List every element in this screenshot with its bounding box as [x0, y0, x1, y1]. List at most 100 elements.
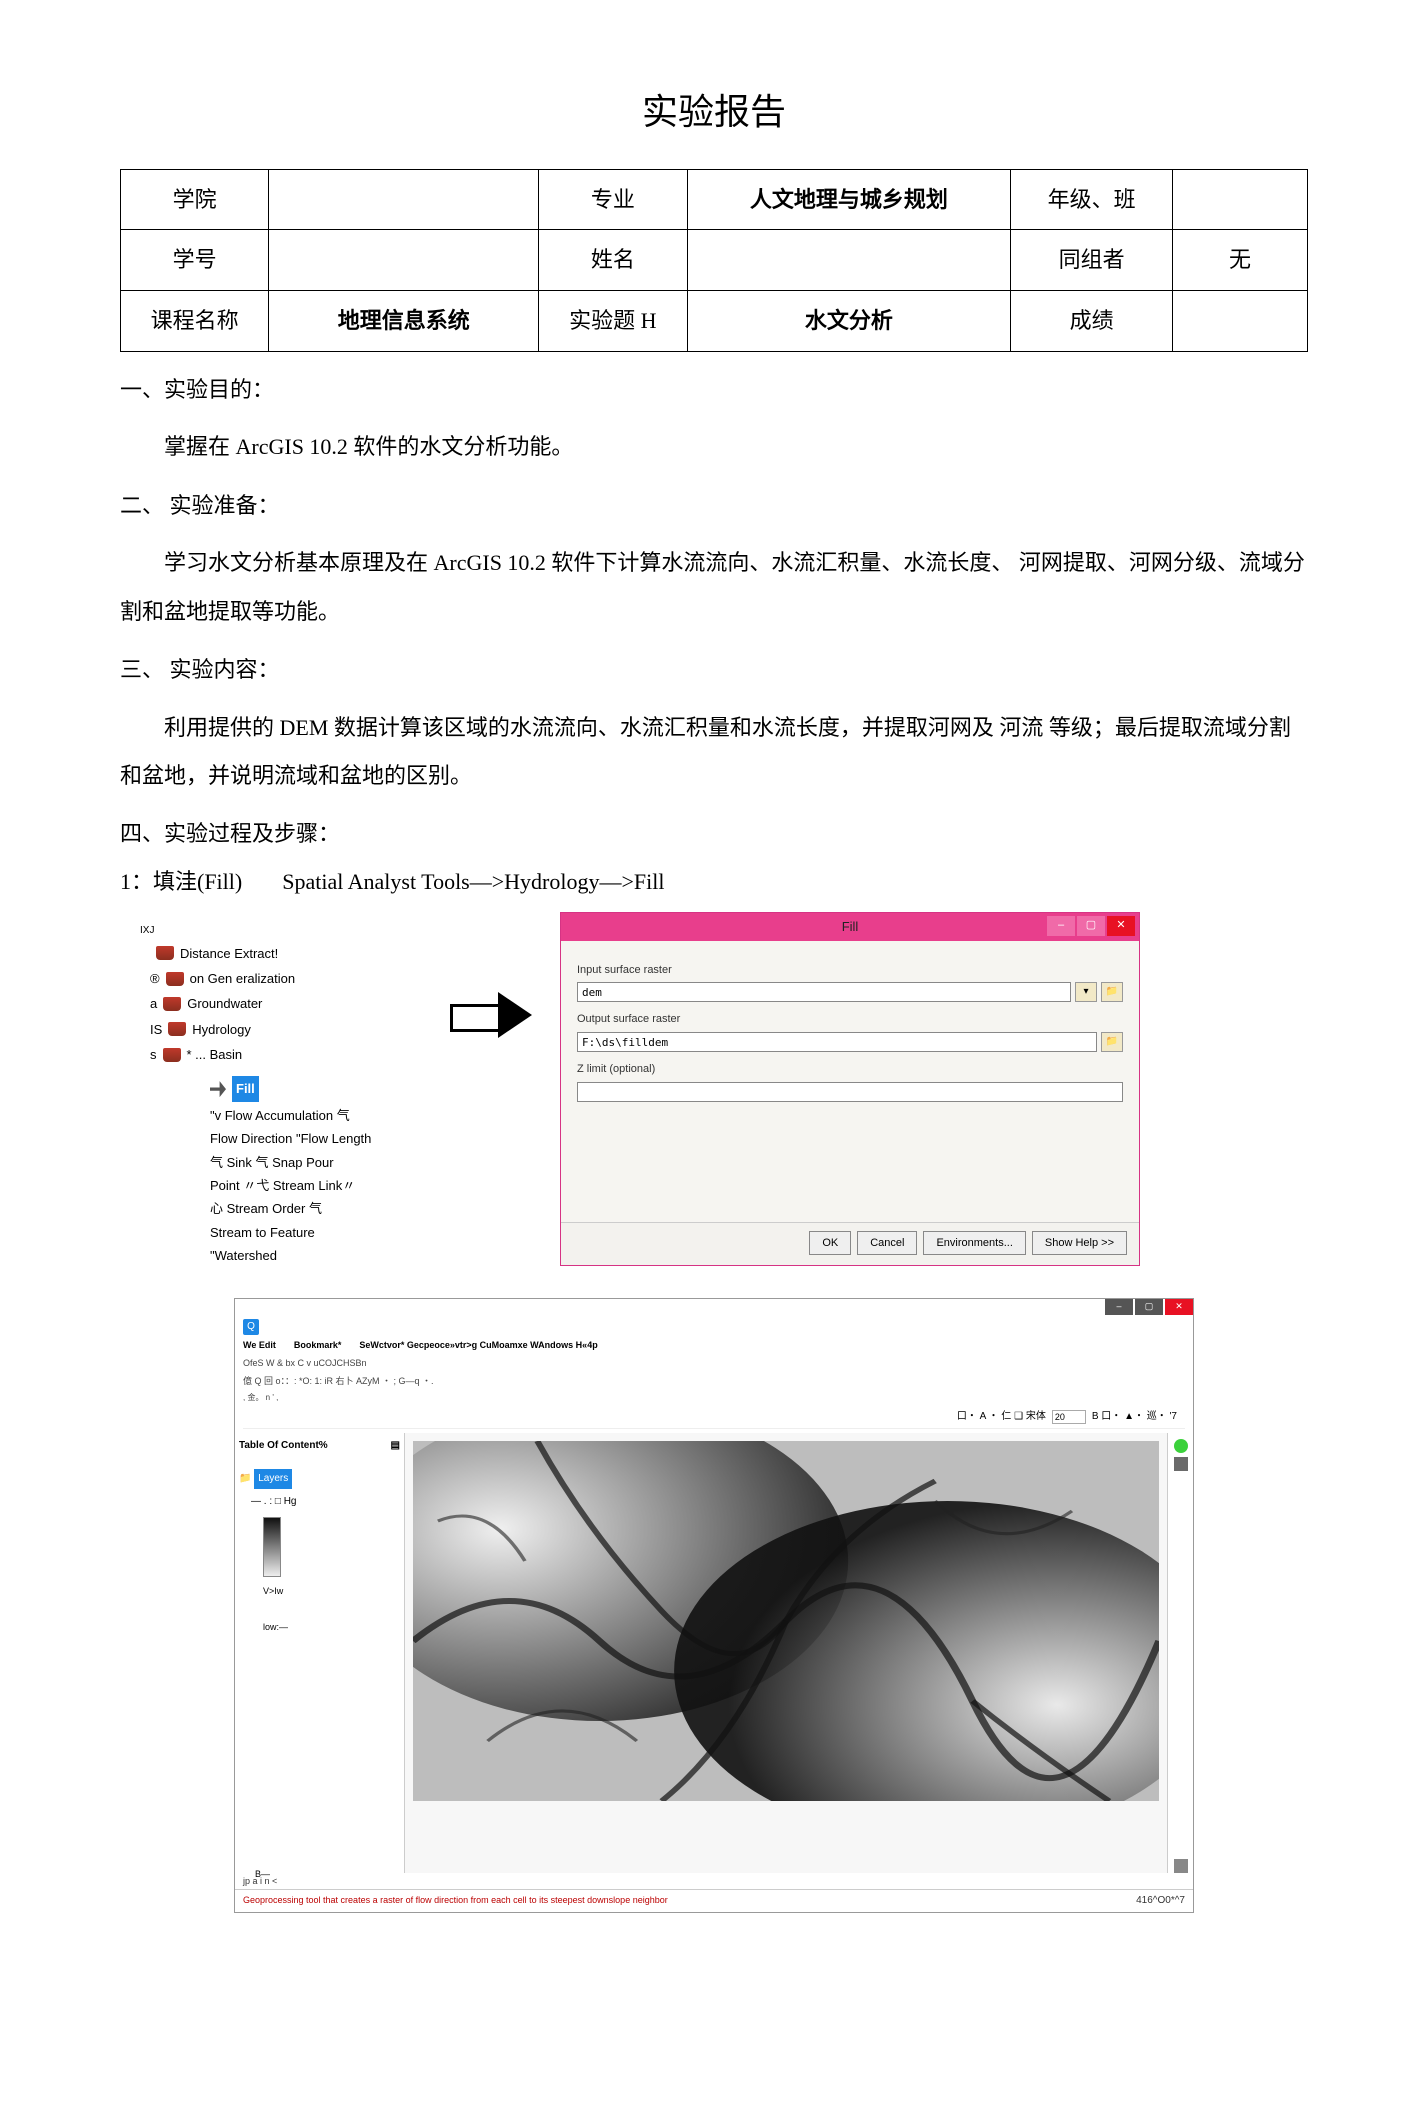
- cell-major-label: 专业: [539, 169, 687, 230]
- cell-group-value: 无: [1173, 230, 1308, 291]
- dialog-titlebar: Fill – ▢ ✕: [561, 913, 1139, 941]
- cell-name-value: [687, 230, 1011, 291]
- tool-item[interactable]: Flow Direction "Flow Length: [210, 1127, 420, 1150]
- toc-layer-item[interactable]: ― . : □ Hg: [251, 1493, 400, 1511]
- browse-button[interactable]: 📁: [1101, 982, 1123, 1002]
- toolbox-tree: IXJ Distance Extract! ®on Gen eralizatio…: [120, 912, 420, 1278]
- menu-item[interactable]: We Edit: [243, 1337, 276, 1353]
- info-table: 学院 专业 人文地理与城乡规划 年级、班 学号 姓名 同组者 无 课程名称 地理…: [120, 169, 1308, 352]
- toc-layers[interactable]: Layers: [254, 1469, 292, 1489]
- color-ramp: [263, 1517, 281, 1577]
- section3-head: 三、 实验内容：: [120, 650, 1308, 690]
- tool-item[interactable]: "Watershed: [210, 1244, 420, 1267]
- tree-label[interactable]: Groundwater: [187, 992, 262, 1015]
- minimize-button[interactable]: –: [1105, 1299, 1133, 1315]
- cell-grade-value: [1173, 169, 1308, 230]
- section2-body: 学习水文分析基本原理及在 ArcGIS 10.2 软件下计算水流流向、水流汇积量…: [120, 539, 1308, 636]
- cell-score-value: [1173, 290, 1308, 351]
- tree-label[interactable]: on Gen eralization: [190, 967, 296, 990]
- tree-mark: a: [150, 992, 157, 1015]
- environments-button[interactable]: Environments...: [923, 1231, 1025, 1255]
- section3-body: 利用提供的 DEM 数据计算该区域的水流流向、水流汇积量和水流长度，并提取河网及…: [120, 704, 1308, 801]
- side-toolbar[interactable]: [1167, 1433, 1193, 1873]
- tool-fill-selected[interactable]: Fill: [232, 1076, 259, 1101]
- toolbox-icon: [163, 1048, 181, 1062]
- zlimit-field[interactable]: [577, 1082, 1123, 1102]
- minimize-button[interactable]: –: [1047, 916, 1075, 936]
- arcmap-icon: Q: [243, 1319, 259, 1335]
- close-button[interactable]: ✕: [1107, 916, 1135, 936]
- cell-topic-label: 实验题 H: [539, 290, 687, 351]
- output-raster-field[interactable]: [577, 1032, 1097, 1052]
- maximize-button[interactable]: ▢: [1077, 916, 1105, 936]
- dropdown-button[interactable]: ▾: [1075, 982, 1097, 1002]
- cancel-button[interactable]: Cancel: [857, 1231, 917, 1255]
- cell-major-value: 人文地理与城乡规划: [687, 169, 1011, 230]
- cell-grade-label: 年级、班: [1011, 169, 1173, 230]
- tree-label[interactable]: * ... Basin: [187, 1043, 243, 1066]
- cell-name-label: 姓名: [539, 230, 687, 291]
- menu-item[interactable]: SeWctvor* Gecpeoce»vtr>g CuMoamxe WAndow…: [359, 1337, 597, 1353]
- side-tool-icon[interactable]: [1174, 1859, 1188, 1873]
- section1-head: 一、实验目的：: [120, 370, 1308, 410]
- tree-mark: ®: [150, 967, 160, 990]
- table-of-contents[interactable]: Table Of Content% ▤ 📁 Layers ― . : □ Hg …: [235, 1433, 405, 1873]
- toolbox-icon: [168, 1022, 186, 1036]
- cell-topic-value: 水文分析: [687, 290, 1011, 351]
- toolbox-icon: [163, 997, 181, 1011]
- showhelp-button[interactable]: Show Help >>: [1032, 1231, 1127, 1255]
- tool-item[interactable]: "v Flow Accumulation 气: [210, 1104, 420, 1127]
- arcmap-window: – ▢ ✕ Q We Edit Bookmark* SeWctvor* Gecp…: [234, 1298, 1194, 1913]
- tool-item[interactable]: 气 Sink 气 Snap Pour: [210, 1151, 420, 1174]
- section4-head: 四、实验过程及步骤：: [120, 814, 1308, 854]
- pain-label: jp a i n <: [235, 1873, 1193, 1889]
- arrow-icon: [450, 992, 540, 1038]
- map-view[interactable]: [405, 1433, 1167, 1873]
- hammer-icon: [210, 1081, 226, 1097]
- toc-title-label: Table Of Content%: [239, 1437, 328, 1455]
- toc-tool-icon[interactable]: ▤: [391, 1437, 400, 1455]
- tool-item[interactable]: Stream to Feature: [210, 1221, 420, 1244]
- status-text: Geoprocessing tool that creates a raster…: [243, 1892, 668, 1910]
- maximize-button[interactable]: ▢: [1135, 1299, 1163, 1315]
- side-tool-icon[interactable]: [1174, 1457, 1188, 1471]
- toolbar-row[interactable]: 億 Q 回 o：：: *O: 1: iR 右卜 AZyM ・ ; G—q ・.: [243, 1373, 1185, 1389]
- side-tool-icon[interactable]: [1174, 1439, 1188, 1453]
- draw-toolbar[interactable]: 口・ A ・ 仁 ❑ 宋体: [957, 1408, 1046, 1426]
- font-size-input[interactable]: [1052, 1410, 1086, 1424]
- toolbar-row: OfeS W & bx C v uCOJCHSBn: [243, 1355, 1185, 1371]
- b-label: B—: [255, 1866, 270, 1882]
- close-button[interactable]: ✕: [1165, 1299, 1193, 1315]
- tree-label[interactable]: Hydrology: [192, 1018, 251, 1041]
- fill-dialog: Fill – ▢ ✕ Input surface raster ▾ 📁 Outp…: [560, 912, 1140, 1266]
- section2-head: 二、 实验准备：: [120, 486, 1308, 526]
- cell-college-label: 学院: [121, 169, 269, 230]
- tree-mark: IS: [150, 1018, 162, 1041]
- toolbox-icon: [156, 946, 174, 960]
- cell-sid-value: [269, 230, 539, 291]
- cell-group-label: 同组者: [1011, 230, 1173, 291]
- step1-label: 1：填洼(Fill): [120, 862, 242, 902]
- ok-button[interactable]: OK: [809, 1231, 851, 1255]
- dialog-title: Fill: [842, 915, 859, 938]
- cell-college-value: [269, 169, 539, 230]
- status-coords: 416^O0*^7: [1136, 1892, 1185, 1910]
- input-raster-field[interactable]: [577, 982, 1071, 1002]
- tree-label[interactable]: Distance Extract!: [180, 942, 278, 965]
- cell-sid-label: 学号: [121, 230, 269, 291]
- draw-toolbar-right[interactable]: B 口・ ▲・ 巡・ '7: [1092, 1408, 1177, 1426]
- cell-course-label: 课程名称: [121, 290, 269, 351]
- zlimit-label: Z limit (optional): [577, 1060, 1123, 1080]
- step1-tool: Spatial Analyst Tools—>Hydrology—>Fill: [282, 862, 664, 902]
- section1-body: 掌握在 ArcGIS 10.2 软件的水文分析功能。: [120, 423, 1308, 471]
- tool-item[interactable]: Point 〃弋 Stream Link〃: [210, 1174, 420, 1197]
- screenshot-fill-tool: IXJ Distance Extract! ®on Gen eralizatio…: [120, 912, 1308, 1278]
- input-raster-label: Input surface raster: [577, 961, 1123, 981]
- cell-score-label: 成绩: [1011, 290, 1173, 351]
- tool-item[interactable]: 心 Stream Order 气: [210, 1197, 420, 1220]
- tree-mark: s: [150, 1043, 157, 1066]
- page-title: 实验报告: [120, 80, 1308, 145]
- browse-button[interactable]: 📁: [1101, 1032, 1123, 1052]
- cell-course-value: 地理信息系统: [269, 290, 539, 351]
- menu-item[interactable]: Bookmark*: [294, 1337, 342, 1353]
